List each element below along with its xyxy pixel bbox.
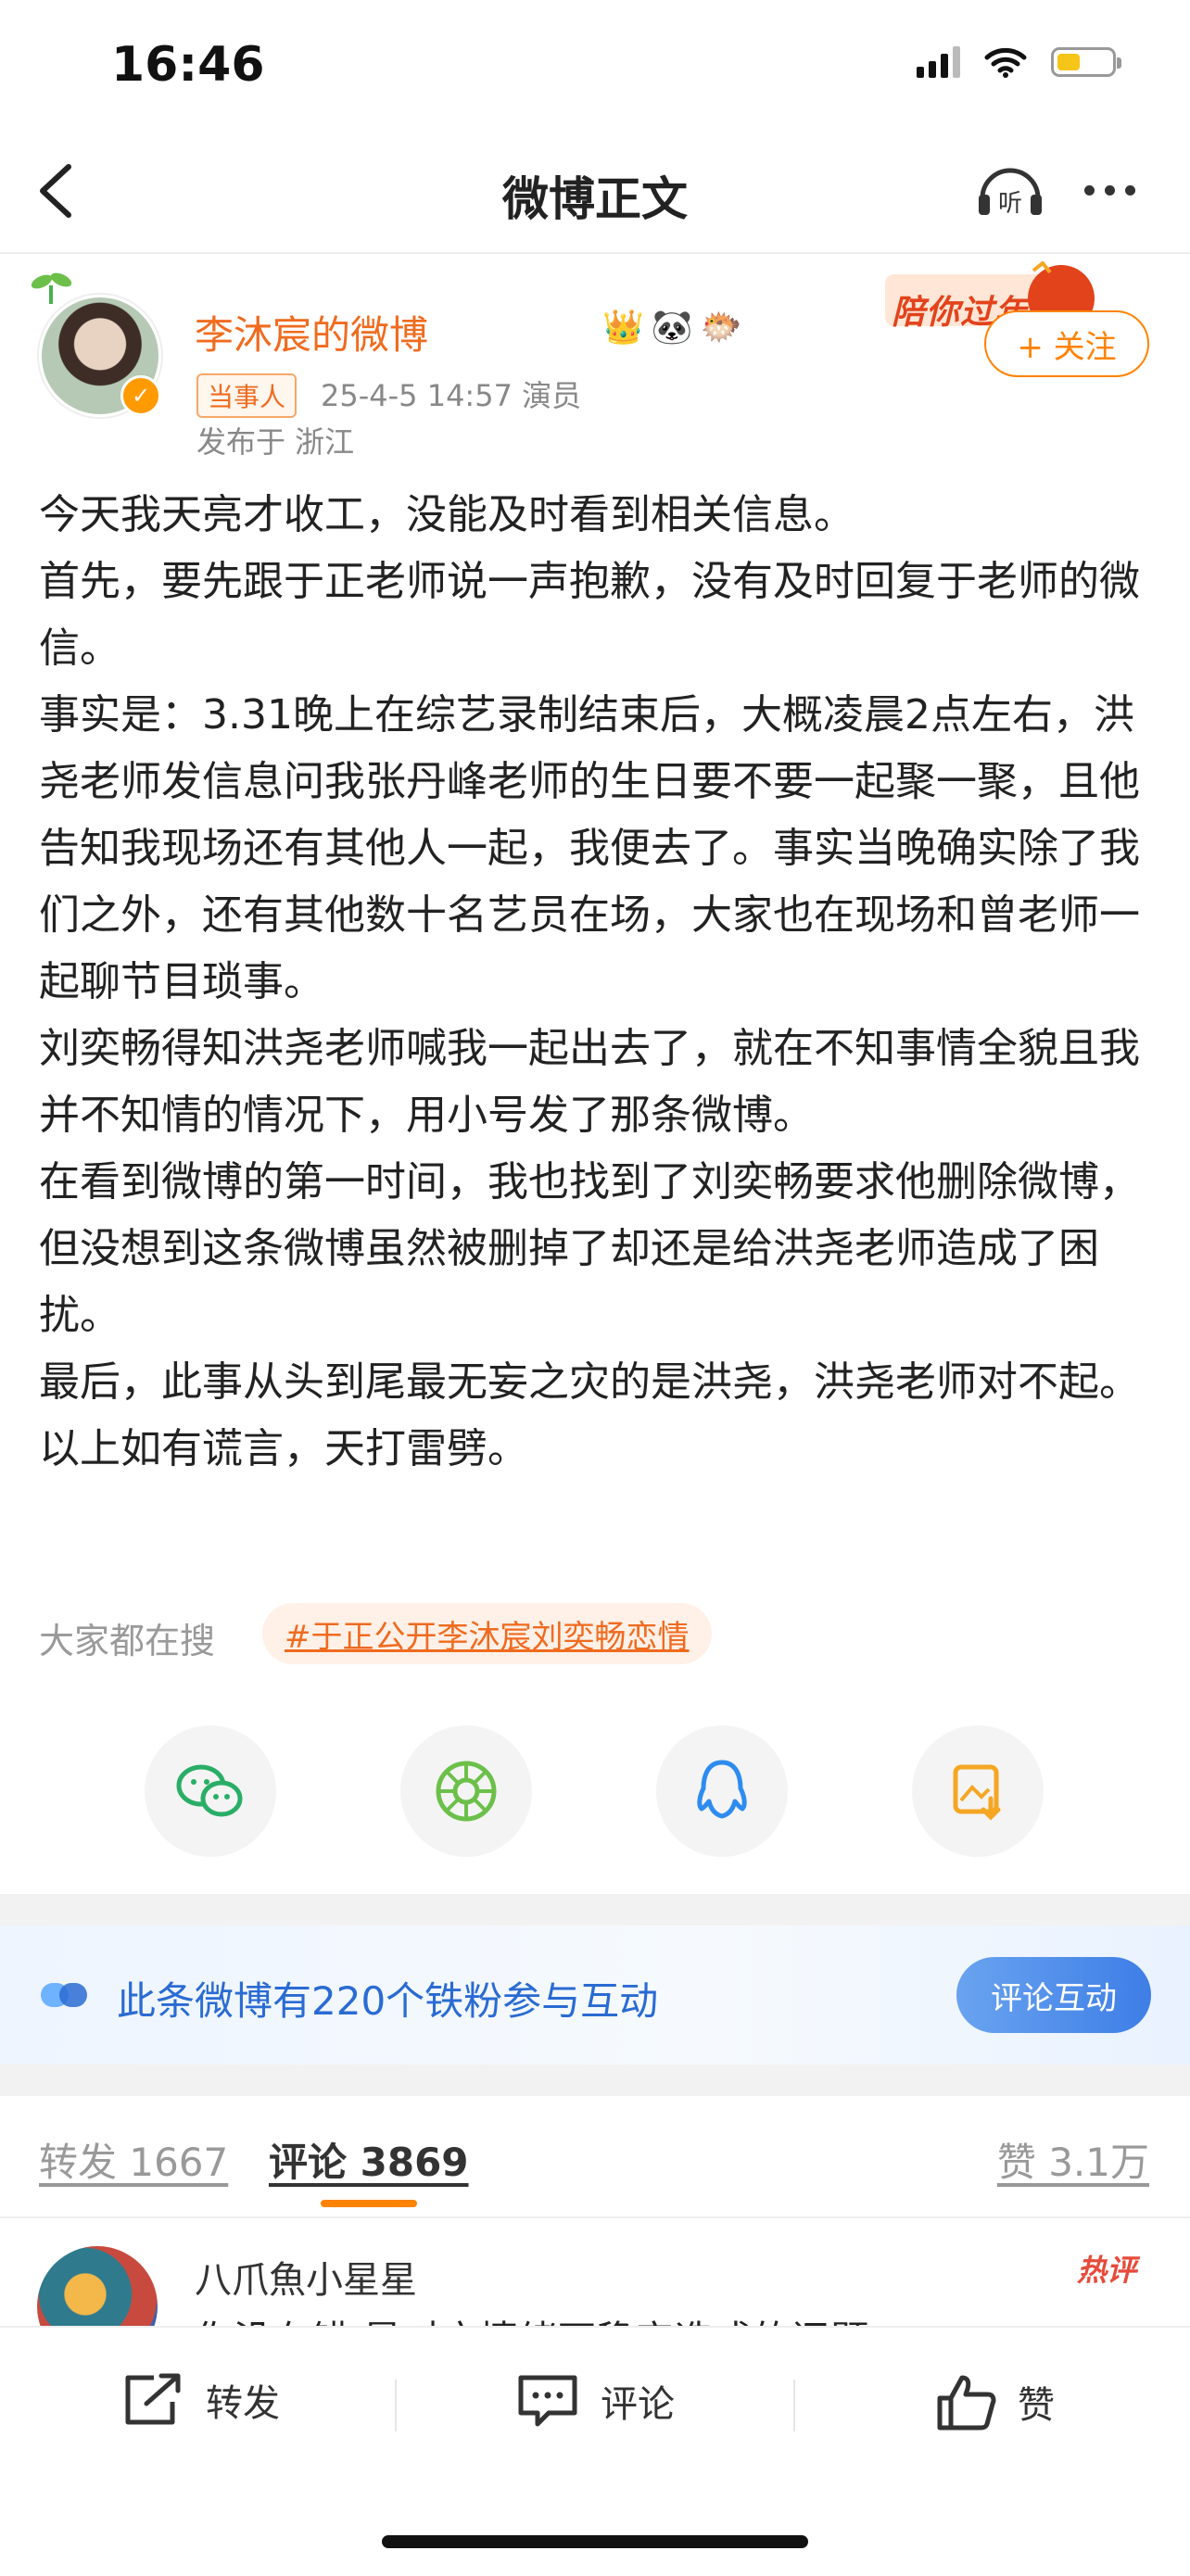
post-line: 事实是：3.31晚上在综艺录制结束后，大概凌晨2点左右，洪尧老师发信息问我张丹峰… xyxy=(39,691,1140,1005)
fans-text: 此条微博有220个铁粉参与互动 xyxy=(117,1978,659,2024)
tab-indicator xyxy=(321,2200,417,2207)
share-moments-button[interactable] xyxy=(400,1725,532,1857)
moments-icon xyxy=(436,1761,497,1822)
post-line: 以上如有谎言，天打雷劈。 xyxy=(39,1425,528,1472)
post-line: 刘奕畅得知洪尧老师喊我一起出去了，就在不知事情全貌且我并不知情的情况下，用小号发… xyxy=(39,1025,1140,1139)
bottom-divider xyxy=(793,2380,795,2431)
more-options-button[interactable] xyxy=(1084,162,1158,218)
signal-icon xyxy=(917,46,960,78)
post-meta: 25-4-5 14:57 演员 xyxy=(321,378,582,413)
section-separator xyxy=(0,1894,1190,1926)
like-button[interactable]: 赞 xyxy=(936,2372,1055,2431)
tab-repost[interactable]: 转发 1667 xyxy=(39,2131,228,2188)
qq-icon xyxy=(697,1760,747,1819)
hot-search-topic[interactable]: #于正公开李沐宸刘奕畅恋情 xyxy=(262,1603,712,1664)
repost-label: 转发 xyxy=(206,2382,280,2425)
listen-button[interactable]: 听 xyxy=(973,158,1047,222)
repost-icon xyxy=(125,2373,181,2425)
author-name[interactable]: 李沐宸的微博 xyxy=(195,304,428,360)
post-location: 发布于 浙江 xyxy=(196,424,355,460)
party-tag: 当事人 xyxy=(196,373,298,418)
home-indicator[interactable] xyxy=(382,2535,808,2548)
sprout-icon xyxy=(31,272,72,304)
wechat-icon xyxy=(176,1764,243,1817)
nav-divider xyxy=(0,252,1190,254)
save-image-button[interactable] xyxy=(912,1725,1044,1857)
bottom-divider xyxy=(395,2380,397,2431)
comment-icon xyxy=(518,2375,577,2427)
panda-icon: 🐼 xyxy=(651,309,693,347)
follow-button[interactable]: + 关注 xyxy=(984,310,1149,377)
repost-button[interactable]: 转发 xyxy=(120,2372,280,2428)
commenter-name[interactable]: 八爪魚小星星 xyxy=(195,2250,417,2304)
share-qq-button[interactable] xyxy=(656,1725,788,1857)
post-line: 最后，此事从头到尾最无妄之灾的是洪尧，洪尧老师对不起。 xyxy=(39,1358,1140,1406)
hot-search-label: 大家都在搜 xyxy=(39,1621,216,1661)
fans-icon xyxy=(41,1983,87,2007)
listen-label: 听 xyxy=(998,190,1022,218)
battery-icon xyxy=(1051,47,1121,77)
status-icons xyxy=(917,46,1121,78)
hot-comment-badge: 热评 xyxy=(1077,2253,1137,2288)
post-body: 今天我天亮才收工，没能及时看到相关信息。 首先，要先跟于正老师说一声抱歉，没有及… xyxy=(39,482,1156,1483)
section-separator xyxy=(0,2065,1190,2096)
comment-interact-button[interactable]: 评论互动 xyxy=(956,1957,1151,2033)
tab-like[interactable]: 赞 3.1万 xyxy=(997,2131,1149,2188)
share-wechat-button[interactable] xyxy=(145,1725,276,1857)
comment-button[interactable]: 评论 xyxy=(515,2372,675,2430)
save-image-icon xyxy=(953,1764,1001,1821)
post-line: 今天我天亮才收工，没能及时看到相关信息。 xyxy=(39,491,855,538)
thumbs-up-icon xyxy=(937,2375,996,2431)
author-badges: 👑 🐼 🐡 xyxy=(602,308,741,347)
wifi-icon xyxy=(984,47,1027,78)
headphones-icon: 听 xyxy=(979,168,1042,218)
tab-comment[interactable]: 评论 3869 xyxy=(269,2131,469,2188)
post-line: 在看到微博的第一时间，我也找到了刘奕畅要求他删除微博，但没想到这条微博虽然被删掉… xyxy=(39,1158,1140,1339)
verified-icon: ✓ xyxy=(120,375,161,416)
comment-label: 评论 xyxy=(601,2383,675,2426)
crown-icon: 👑 xyxy=(602,309,644,347)
fish-icon: 🐡 xyxy=(700,309,742,347)
hot-search-topic-text: #于正公开李沐宸刘奕畅恋情 xyxy=(285,1618,690,1656)
like-label: 赞 xyxy=(1018,2384,1055,2427)
tabs-divider xyxy=(0,2216,1190,2218)
status-time: 16:46 xyxy=(111,37,265,93)
post-line: 首先，要先跟于正老师说一声抱歉，没有及时回复于老师的微信。 xyxy=(39,558,1140,672)
